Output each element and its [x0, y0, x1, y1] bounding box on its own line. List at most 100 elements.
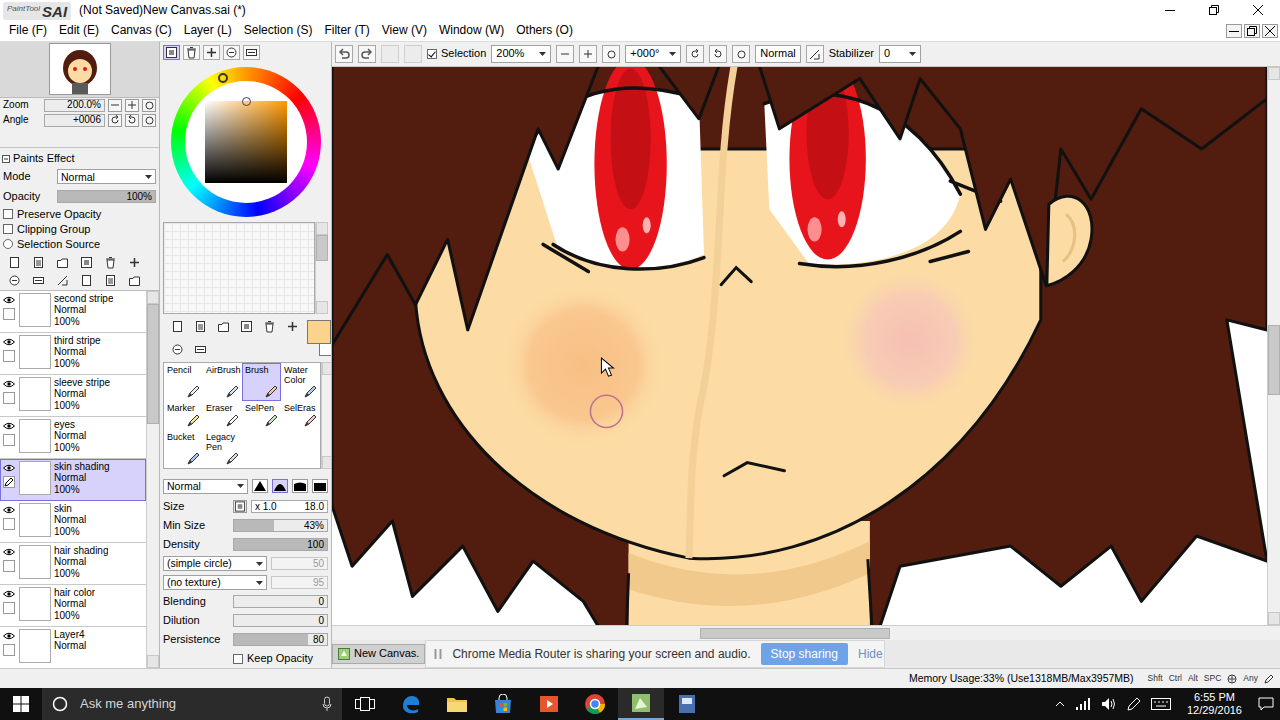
- menu-item[interactable]: Window (W): [433, 20, 510, 40]
- tool-button[interactable]: Water Color: [281, 363, 320, 401]
- layer-list[interactable]: second stripeNormal100%third stripeNorma…: [0, 291, 146, 668]
- eye-icon[interactable]: [3, 548, 15, 556]
- layer-lock-box[interactable]: [3, 602, 15, 614]
- file-explorer-icon[interactable]: [434, 688, 480, 720]
- checkbox[interactable]: [427, 49, 437, 59]
- dropdown-arrow-icon[interactable]: [237, 484, 244, 488]
- clear-icon[interactable]: [28, 273, 48, 289]
- delete-icon[interactable]: [100, 255, 120, 271]
- scratch-scrollbar[interactable]: [315, 222, 328, 314]
- layer-mode-select[interactable]: Normal: [57, 169, 156, 184]
- flip-icon[interactable]: [806, 45, 824, 63]
- move-icon[interactable]: [237, 318, 256, 335]
- checkbox[interactable]: [233, 654, 243, 664]
- microphone-icon[interactable]: [322, 696, 332, 712]
- rotate-right-icon[interactable]: [709, 45, 727, 63]
- scratch-pad[interactable]: [163, 222, 315, 314]
- eye-icon[interactable]: [3, 296, 15, 304]
- rotate-reset-icon[interactable]: [732, 45, 750, 63]
- layer-row[interactable]: Layer4Normal: [0, 627, 146, 668]
- navigator[interactable]: [0, 42, 159, 98]
- opacity-slider[interactable]: 100%: [57, 190, 156, 203]
- canvas[interactable]: [332, 67, 1267, 625]
- expand-icon[interactable]: [124, 273, 144, 289]
- zoom-in-icon[interactable]: [125, 99, 139, 112]
- touch-keyboard-icon[interactable]: [1151, 698, 1171, 710]
- dropdown-arrow-icon[interactable]: [256, 562, 263, 566]
- tool-button[interactable]: SelEras: [281, 401, 320, 430]
- foreground-color[interactable]: [307, 320, 331, 344]
- brush-mode-select[interactable]: Normal: [163, 479, 248, 494]
- layer-lock-box[interactable]: [3, 392, 15, 404]
- checkbox[interactable]: [3, 209, 13, 219]
- canvas-horizontal-scrollbar[interactable]: [332, 625, 1280, 640]
- menu-item[interactable]: Filter (T): [318, 20, 375, 40]
- eye-icon[interactable]: [3, 506, 15, 514]
- chrome-icon[interactable]: [572, 688, 618, 720]
- eye-icon[interactable]: [3, 380, 15, 388]
- angle-slider[interactable]: +0006: [44, 114, 105, 127]
- checkbox[interactable]: [3, 224, 13, 234]
- transfer-icon[interactable]: [76, 273, 96, 289]
- eye-icon[interactable]: [3, 338, 15, 346]
- swatches-icon[interactable]: [223, 45, 240, 60]
- option-row[interactable]: Clipping Group: [0, 222, 159, 237]
- rotate-left-icon[interactable]: [686, 45, 704, 63]
- scratchpad-icon[interactable]: [243, 45, 260, 60]
- layer-lock-box[interactable]: [3, 434, 15, 446]
- view-mode[interactable]: Normal: [755, 45, 800, 63]
- tool-scrollbar[interactable]: [321, 362, 332, 469]
- menu-item[interactable]: Others (O): [510, 20, 579, 40]
- edge-icon[interactable]: [388, 688, 434, 720]
- menu-item[interactable]: Layer (L): [178, 20, 238, 40]
- dropdown-arrow-icon[interactable]: [145, 175, 152, 179]
- minimize-icon[interactable]: [1148, 0, 1192, 20]
- tool-button[interactable]: Pencil: [164, 363, 203, 401]
- option-row[interactable]: Selection Source: [0, 237, 159, 252]
- collapse-icon[interactable]: [2, 155, 10, 163]
- menu-item[interactable]: Canvas (C): [105, 20, 178, 40]
- tool-button[interactable]: AirBrush: [203, 363, 242, 401]
- brush-tip-icon[interactable]: [252, 479, 268, 493]
- new-layer-icon[interactable]: [4, 255, 24, 271]
- search-placeholder[interactable]: Ask me anything: [80, 696, 310, 712]
- option-row[interactable]: Preserve Opacity: [0, 207, 159, 222]
- zoom-icon[interactable]: [260, 318, 279, 335]
- density-slider[interactable]: 100: [233, 538, 328, 551]
- volume-icon[interactable]: [1101, 697, 1117, 711]
- canvas-vertical-scrollbar[interactable]: [1267, 67, 1280, 625]
- eye-icon[interactable]: [3, 632, 15, 640]
- eye-icon[interactable]: [3, 464, 15, 472]
- canvas-tab[interactable]: New Canvas.: [332, 644, 425, 664]
- size-field[interactable]: x 1.018.0: [251, 500, 328, 513]
- paints-effect-header[interactable]: Paints Effect: [0, 151, 159, 167]
- layer-lock-box[interactable]: [3, 560, 15, 572]
- selection-toggle[interactable]: Selection: [427, 47, 486, 60]
- layer-row[interactable]: hair shadingNormal100%: [0, 543, 146, 585]
- brush-tip-icon[interactable]: [292, 479, 308, 493]
- tool-button[interactable]: Bucket: [164, 430, 203, 468]
- zoom-reset-icon[interactable]: [142, 99, 156, 112]
- windows-start-icon[interactable]: [0, 688, 42, 720]
- zoom-select[interactable]: 200%: [491, 45, 551, 63]
- hand-icon[interactable]: [168, 341, 187, 358]
- dropdown-arrow-icon[interactable]: [539, 52, 546, 56]
- hue-marker[interactable]: [218, 73, 228, 83]
- menu-item[interactable]: Edit (E): [53, 20, 105, 40]
- color-wheel-icon[interactable]: [163, 45, 180, 60]
- menu-item[interactable]: Selection (S): [238, 20, 319, 40]
- layer-lock-box[interactable]: [3, 308, 15, 320]
- close-icon[interactable]: [1236, 0, 1280, 20]
- zoom-reset-icon[interactable]: [602, 45, 620, 63]
- eyedropper-icon[interactable]: [191, 341, 210, 358]
- undo-icon[interactable]: [335, 45, 353, 63]
- keep-opacity-option[interactable]: Keep Opacity: [233, 652, 313, 665]
- layer-scrollbar[interactable]: [146, 291, 159, 668]
- persistence-slider[interactable]: 80: [233, 633, 328, 646]
- document-close-icon[interactable]: [1262, 24, 1278, 38]
- rect-select-icon[interactable]: [168, 318, 187, 335]
- layer-lock-box[interactable]: [3, 644, 15, 656]
- magic-wand-icon[interactable]: [214, 318, 233, 335]
- layer-row[interactable]: hair colorNormal100%: [0, 585, 146, 627]
- new-folder-icon[interactable]: [52, 255, 72, 271]
